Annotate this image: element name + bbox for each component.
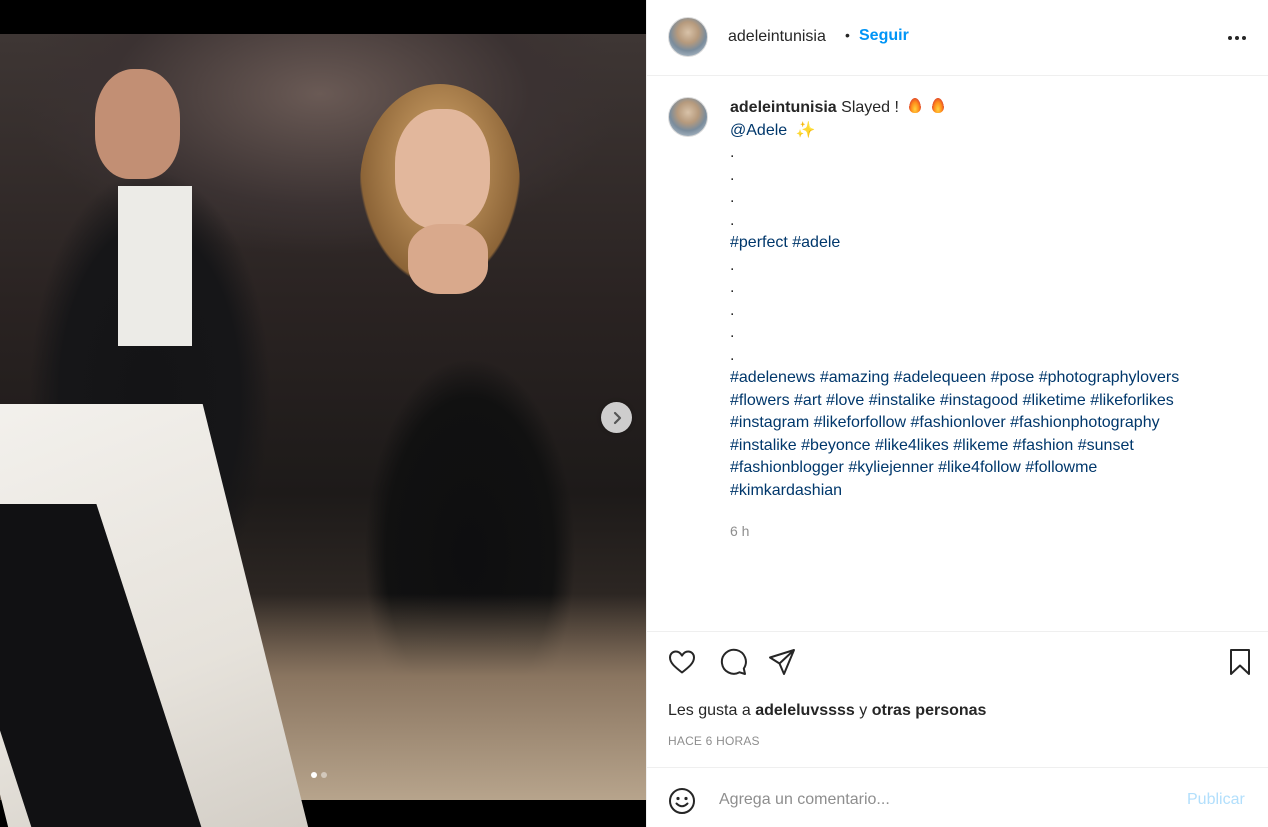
carousel-indicator	[311, 772, 327, 778]
avatar[interactable]	[668, 17, 708, 57]
bookmark-icon[interactable]	[1225, 647, 1255, 677]
caption-hashtag-line[interactable]: #kimkardashian	[730, 480, 1250, 503]
caption-dot: .	[730, 301, 735, 319]
header-username[interactable]: adeleintunisia	[728, 28, 826, 46]
post-photo[interactable]	[0, 34, 646, 827]
carousel-dot	[321, 772, 327, 778]
likes-user-link[interactable]: adeleluvssss	[755, 702, 855, 719]
more-horizontal-icon	[1228, 36, 1232, 40]
caption-dot: .	[730, 211, 735, 229]
caption-dot: .	[730, 346, 735, 364]
photo-figure-neckline	[408, 224, 488, 294]
carousel-next-button[interactable]	[601, 402, 632, 433]
caption-hashtags-short[interactable]: #perfect #adele	[730, 232, 1250, 255]
heart-icon[interactable]	[667, 647, 697, 677]
publish-button[interactable]: Publicar	[1187, 791, 1245, 809]
carousel-dot-active	[311, 772, 317, 778]
fire-emoji-icon	[909, 98, 922, 113]
paper-plane-icon[interactable]	[767, 647, 797, 677]
comment-bubble-icon[interactable]	[718, 647, 748, 677]
more-options-button[interactable]	[1225, 26, 1249, 50]
likes-others-link[interactable]: otras personas	[872, 702, 987, 719]
header-separator: •	[845, 27, 850, 43]
caption-dot: .	[730, 144, 735, 161]
caption-hashtag-line[interactable]: #instagram #likeforfollow #fashionlover …	[730, 412, 1250, 435]
caption-hashtag-line[interactable]: #adelenews #amazing #adelequeen #pose #p…	[730, 367, 1250, 390]
comment-input[interactable]	[717, 784, 1161, 816]
photo-man-shirt	[118, 186, 192, 346]
caption-dot: .	[730, 189, 735, 206]
likes-summary: Les gusta a adeleluvssss y otras persona…	[668, 702, 986, 720]
likes-joiner: y	[859, 702, 868, 719]
post-caption: adeleintunisia Slayed ! @Adele ✨ . . . .…	[647, 76, 1268, 632]
caption-dot: .	[730, 324, 735, 341]
comment-bar: Publicar	[647, 767, 1268, 827]
caption-avatar[interactable]	[668, 97, 708, 137]
caption-text: adeleintunisia Slayed ! @Adele ✨ . . . .…	[730, 97, 1250, 502]
sparkles-emoji-icon: ✨	[795, 121, 816, 139]
post-timestamp[interactable]: HACE 6 HORAS	[668, 734, 760, 748]
fire-emoji-icon	[931, 98, 944, 113]
chevron-right-icon	[613, 411, 621, 424]
caption-mention[interactable]: @Adele	[730, 122, 787, 139]
post-header: adeleintunisia • Seguir	[647, 0, 1268, 76]
likes-prefix: Les gusta a	[668, 702, 751, 719]
caption-dot: .	[730, 256, 735, 274]
caption-dot: .	[730, 279, 735, 296]
post-sidebar: adeleintunisia • Seguir adeleintunisia S…	[646, 0, 1268, 827]
caption-hashtag-line[interactable]: #instalike #beyonce #like4likes #likeme …	[730, 435, 1250, 458]
follow-button[interactable]: Seguir	[859, 27, 909, 45]
caption-username[interactable]: adeleintunisia	[730, 99, 837, 116]
photo-man-face	[95, 69, 180, 179]
caption-hashtag-line[interactable]: #fashionblogger #kyliejenner #like4follo…	[730, 457, 1250, 480]
post-actions	[647, 632, 1268, 692]
caption-hashtag-line[interactable]: #flowers #art #love #instalike #instagoo…	[730, 390, 1250, 413]
photo-figure-face	[395, 109, 490, 229]
caption-dot: .	[730, 166, 735, 184]
caption-body: Slayed !	[841, 99, 899, 116]
caption-timestamp[interactable]: 6 h	[730, 523, 749, 539]
smiley-icon[interactable]	[668, 787, 696, 815]
post-media	[0, 0, 646, 827]
